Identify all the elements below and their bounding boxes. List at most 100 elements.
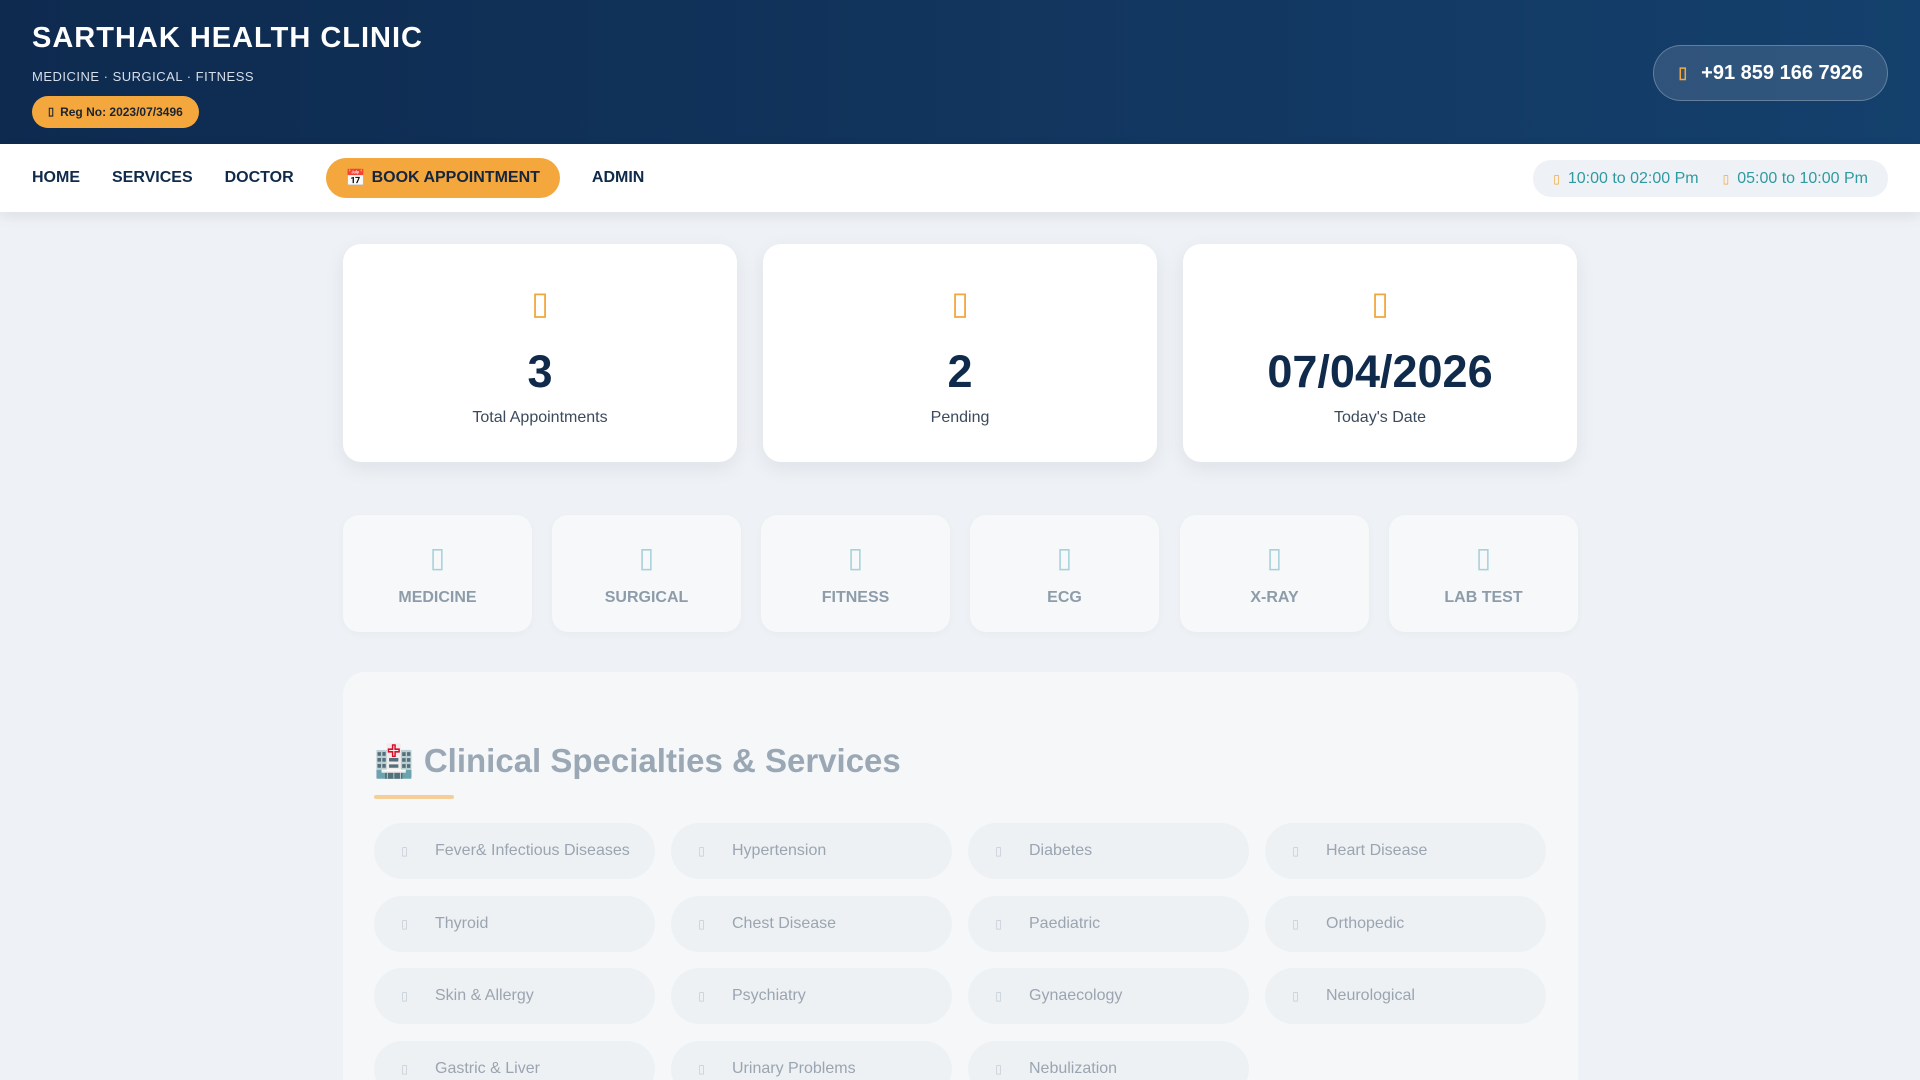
nav-doctor[interactable]: DOCTOR bbox=[225, 169, 294, 187]
specialty-item[interactable]: ▯ Chest Disease bbox=[671, 896, 952, 952]
registration-number: Reg No: 2023/07/3496 bbox=[60, 105, 183, 119]
specialty-label: Diabetes bbox=[1029, 842, 1093, 859]
check-icon: ▯ bbox=[1292, 917, 1299, 931]
service-label: SURGICAL bbox=[604, 589, 689, 606]
phone-number: +91 859 166 7926 bbox=[1701, 61, 1863, 84]
hours-evening-text: 05:00 to 10:00 Pm bbox=[1737, 169, 1868, 187]
service-card-fitness[interactable]: ▯ FITNESS bbox=[761, 515, 950, 632]
specialty-item[interactable]: ▯ Thyroid bbox=[374, 896, 655, 952]
specialty-label: Paediatric bbox=[1029, 915, 1101, 932]
nav-home[interactable]: HOME bbox=[32, 169, 80, 187]
specialty-label: Heart Disease bbox=[1326, 842, 1428, 859]
specialties-heading: 🏥 Clinical Specialties & Services bbox=[374, 742, 901, 780]
certificate-icon: ▯ bbox=[48, 106, 55, 118]
service-card-surgical[interactable]: ▯ SURGICAL bbox=[552, 515, 741, 632]
hours-morning-text: 10:00 to 02:00 Pm bbox=[1567, 169, 1699, 187]
site-header: SARTHAK HEALTH CLINIC MEDICINE · SURGICA… bbox=[0, 0, 1920, 144]
check-icon: ▯ bbox=[698, 844, 705, 858]
specialty-label: Neurological bbox=[1326, 987, 1415, 1004]
calendar-icon: 📅 bbox=[345, 170, 366, 187]
nav-admin[interactable]: ADMIN bbox=[592, 169, 644, 187]
stat-value: 07/04/2026 bbox=[1267, 346, 1493, 397]
book-appointment-button[interactable]: 📅 BOOK APPOINTMENT bbox=[325, 158, 560, 198]
stat-label: Today's Date bbox=[1334, 409, 1426, 426]
dumbbell-icon: ▯ bbox=[847, 542, 864, 573]
specialty-item[interactable]: ▯ Diabetes bbox=[968, 823, 1249, 879]
stat-card-todays-date: ▯ 07/04/2026 Today's Date bbox=[1183, 244, 1577, 462]
stat-value: 3 bbox=[527, 346, 553, 397]
check-icon: ▯ bbox=[1292, 844, 1299, 858]
specialty-label: Psychiatry bbox=[732, 987, 806, 1004]
check-icon: ▯ bbox=[401, 917, 408, 931]
hours-slot-evening: ▯ 05:00 to 10:00 Pm bbox=[1723, 170, 1868, 188]
hourglass-icon: ▯ bbox=[951, 285, 969, 321]
check-icon: ▯ bbox=[995, 989, 1002, 1003]
service-label: LAB TEST bbox=[1444, 589, 1523, 606]
specialty-label: Skin & Allergy bbox=[435, 987, 534, 1004]
check-icon: ▯ bbox=[1292, 989, 1299, 1003]
specialty-item[interactable]: ▯ Paediatric bbox=[968, 896, 1249, 952]
check-icon: ▯ bbox=[401, 989, 408, 1003]
check-icon: ▯ bbox=[698, 989, 705, 1003]
pills-icon: ▯ bbox=[429, 542, 446, 573]
specialty-item[interactable]: ▯ Heart Disease bbox=[1265, 823, 1546, 879]
specialty-label: Gynaecology bbox=[1029, 987, 1123, 1004]
specialty-item[interactable]: ▯ Hypertension bbox=[671, 823, 952, 879]
clock-icon: ▯ bbox=[1553, 171, 1560, 186]
specialty-item[interactable]: ▯ Neurological bbox=[1265, 968, 1546, 1024]
stat-card-pending: ▯ 2 Pending bbox=[763, 244, 1157, 462]
service-card-x-ray[interactable]: ▯ X-RAY bbox=[1180, 515, 1369, 632]
specialty-item[interactable]: ▯ Fever& Infectious Diseases bbox=[374, 823, 655, 879]
check-icon: ▯ bbox=[698, 1062, 705, 1076]
scalpel-icon: ▯ bbox=[638, 542, 655, 573]
registration-badge: ▯ Reg No: 2023/07/3496 bbox=[32, 96, 199, 128]
x-ray-icon: ▯ bbox=[1266, 542, 1283, 573]
specialty-item[interactable]: ▯ Orthopedic bbox=[1265, 896, 1546, 952]
check-icon: ▯ bbox=[995, 917, 1002, 931]
main-navbar: HOME SERVICES DOCTOR 📅 BOOK APPOINTMENT … bbox=[0, 144, 1920, 212]
phone-icon: ▯ bbox=[1678, 65, 1688, 82]
service-label: MEDICINE bbox=[398, 589, 477, 606]
specialty-label: Thyroid bbox=[435, 915, 489, 932]
stat-label: Total Appointments bbox=[472, 409, 608, 426]
service-card-medicine[interactable]: ▯ MEDICINE bbox=[343, 515, 532, 632]
book-appointment-label: BOOK APPOINTMENT bbox=[371, 169, 540, 186]
specialty-item[interactable]: ▯ Gynaecology bbox=[968, 968, 1249, 1024]
service-card-ecg[interactable]: ▯ ECG bbox=[970, 515, 1159, 632]
clock-icon: ▯ bbox=[1722, 171, 1730, 186]
phone-button[interactable]: ▯ +91 859 166 7926 bbox=[1653, 45, 1888, 101]
clinic-tagline: MEDICINE · SURGICAL · FITNESS bbox=[32, 69, 255, 84]
clinic-title: SARTHAK HEALTH CLINIC bbox=[32, 22, 423, 54]
service-label: X-RAY bbox=[1250, 589, 1299, 606]
specialty-label: Orthopedic bbox=[1326, 915, 1405, 932]
check-icon: ▯ bbox=[401, 844, 408, 858]
specialty-label: Chest Disease bbox=[732, 915, 837, 932]
service-card-lab-test[interactable]: ▯ LAB TEST bbox=[1389, 515, 1578, 632]
specialty-item[interactable]: ▯ Urinary Problems bbox=[671, 1041, 952, 1080]
specialty-label: Gastric & Liver bbox=[435, 1060, 540, 1077]
stat-value: 2 bbox=[947, 346, 973, 397]
specialty-label: Fever& Infectious Diseases bbox=[435, 842, 630, 859]
calendar-check-icon: ▯ bbox=[531, 285, 549, 321]
specialty-label: Hypertension bbox=[732, 842, 827, 859]
hospital-icon: 🏥 bbox=[374, 743, 414, 779]
specialty-item[interactable]: ▯ Psychiatry bbox=[671, 968, 952, 1024]
heading-underline bbox=[374, 795, 454, 799]
specialty-label: Urinary Problems bbox=[732, 1060, 856, 1077]
nav-services[interactable]: SERVICES bbox=[112, 169, 193, 187]
stat-card-total-appointments: ▯ 3 Total Appointments bbox=[343, 244, 737, 462]
stat-label: Pending bbox=[930, 409, 990, 426]
specialty-item[interactable]: ▯ Nebulization bbox=[968, 1041, 1249, 1080]
heartbeat-icon: ▯ bbox=[1056, 542, 1073, 573]
flask-icon: ▯ bbox=[1475, 542, 1492, 573]
check-icon: ▯ bbox=[698, 917, 705, 931]
service-label: FITNESS bbox=[821, 589, 890, 606]
specialties-title: Clinical Specialties & Services bbox=[423, 742, 901, 779]
service-label: ECG bbox=[1047, 589, 1082, 606]
specialty-item[interactable]: ▯ Gastric & Liver bbox=[374, 1041, 655, 1080]
specialty-item[interactable]: ▯ Skin & Allergy bbox=[374, 968, 655, 1024]
hours-slot-morning: ▯ 10:00 to 02:00 Pm bbox=[1553, 170, 1698, 188]
calendar-day-icon: ▯ bbox=[1371, 285, 1389, 321]
check-icon: ▯ bbox=[995, 844, 1002, 858]
nav-links: HOME SERVICES DOCTOR 📅 BOOK APPOINTMENT … bbox=[32, 144, 676, 212]
